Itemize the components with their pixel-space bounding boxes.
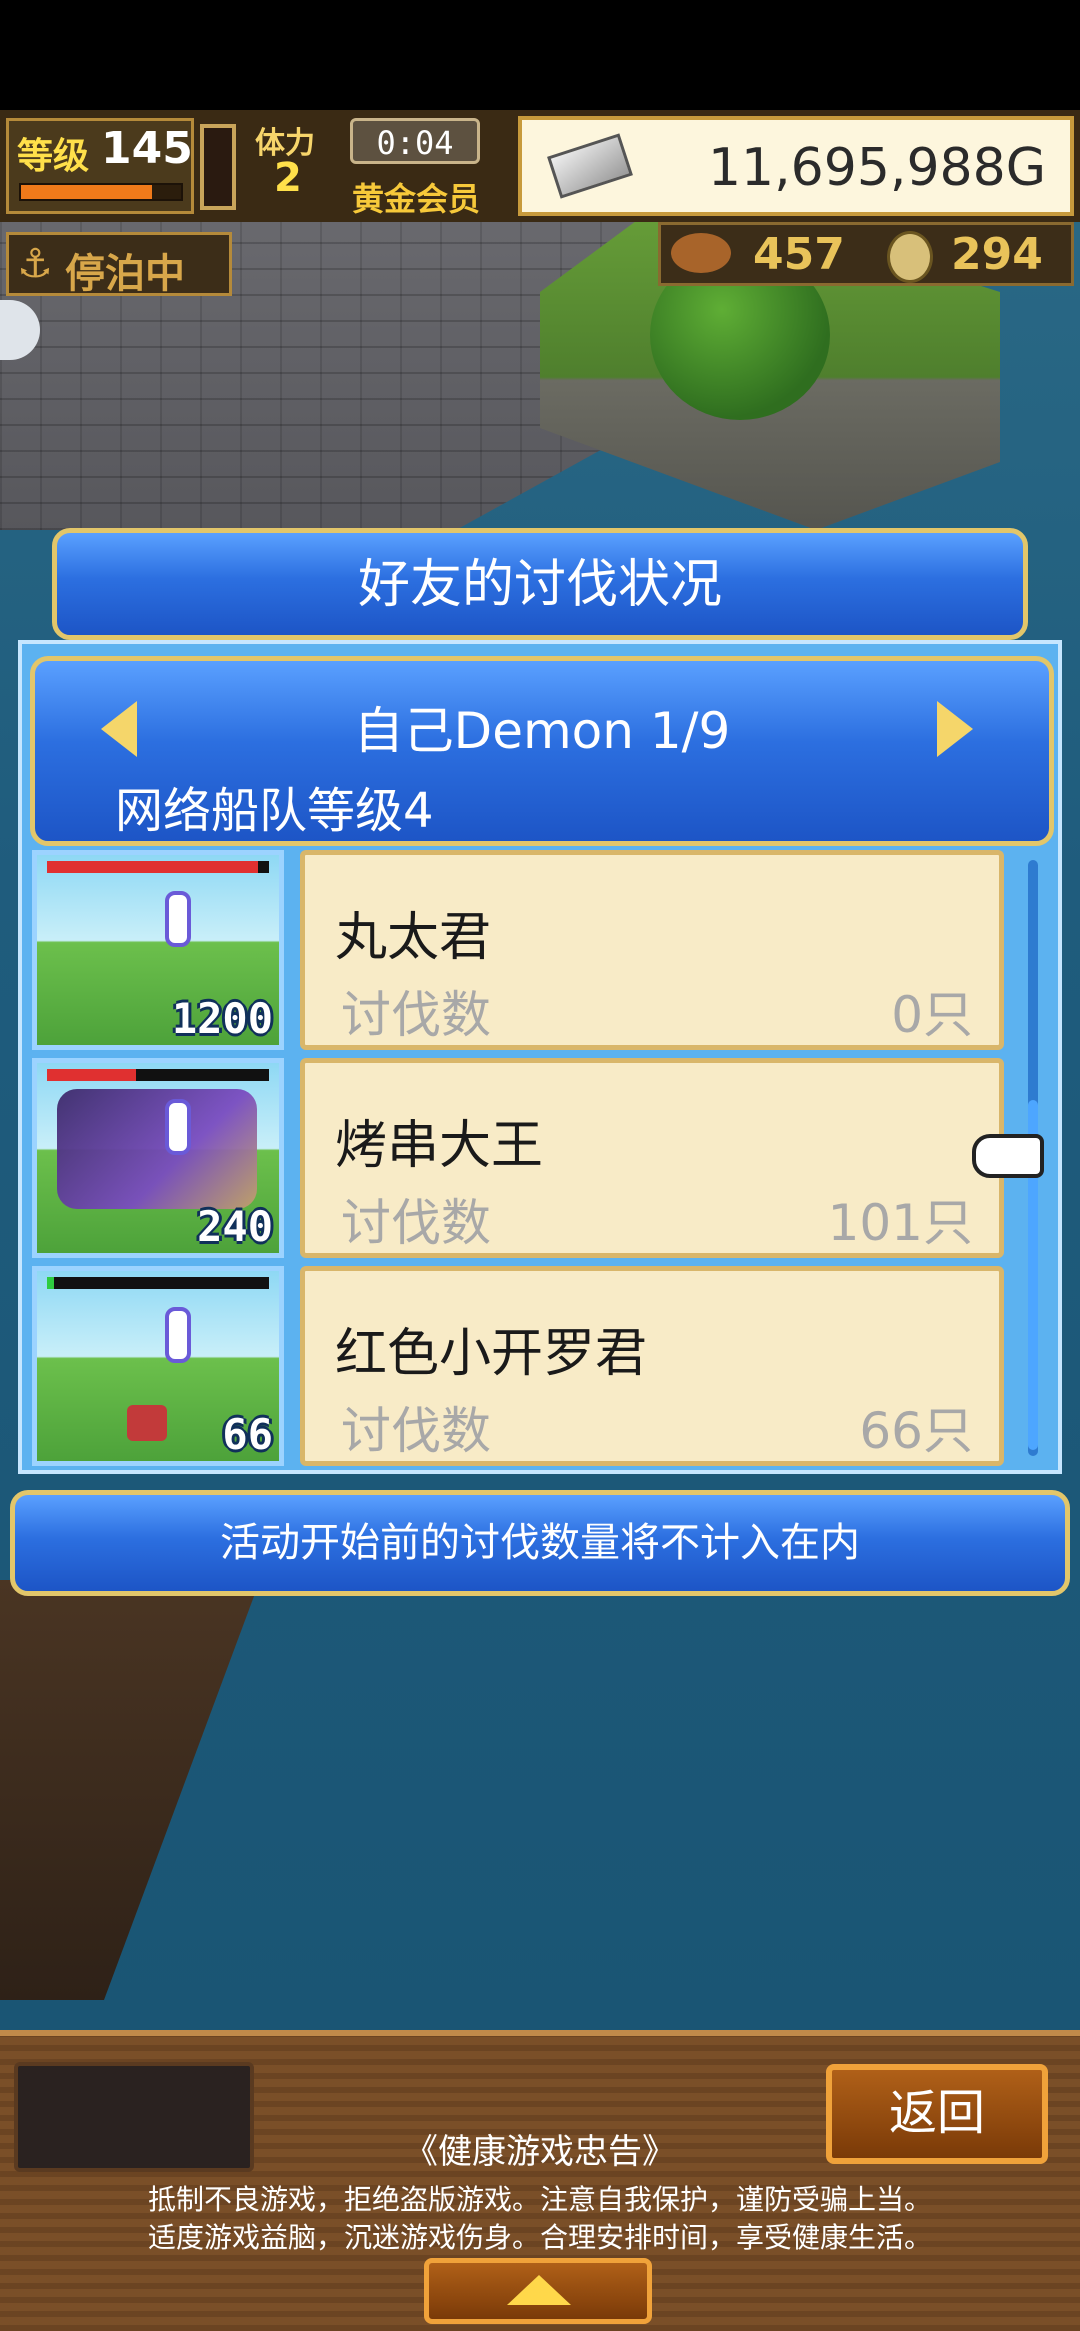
stamina-value: 2 [274,155,302,201]
money-panel[interactable]: 11,695,988G [518,116,1074,216]
silver-bar-icon [547,133,633,199]
level-label: 等级 [17,136,90,177]
hp-fill [47,1277,54,1289]
health-notice-line: 适度游戏益脑，沉迷游戏伤身。合理安排时间，享受健康生活。 [147,2221,932,2254]
meat-value: 457 [753,229,845,280]
friend-name: 丸太君 [335,908,492,968]
resource-panel: 457 294 [658,222,1074,286]
meat-icon [671,233,731,273]
crystal-icon [165,1307,191,1363]
timer: 0:04 [350,118,480,164]
kill-count-label: 讨伐数 [341,986,491,1044]
friend-name: 红色小开罗君 [335,1324,648,1384]
hp-fill [47,861,258,873]
thumbnail-number: 1200 [171,994,273,1043]
list-item[interactable]: 66 红色小开罗君 讨伐数 66只 [32,1266,1014,1466]
demon-header: 自己Demon 1/9 网络船队等级4 [30,656,1054,846]
list-item[interactable]: 240 烤串大王 讨伐数 101只 [32,1058,1014,1258]
right-arrow-icon[interactable] [937,701,973,757]
event-note: 活动开始前的讨伐数量将不计入在内 [220,1520,860,1566]
up-arrow-icon [507,2275,571,2305]
friend-card[interactable]: 红色小开罗君 讨伐数 66只 [300,1266,1004,1466]
thumbnail-number: 240 [197,1202,273,1251]
health-notice-title: 《健康游戏忠告》 [404,2132,676,2172]
exp-bar [19,183,183,201]
exp-fill [21,185,153,199]
hand-pointer-icon [972,1134,1044,1178]
bottom-bar: 返回 《健康游戏忠告》 抵制不良游戏，拒绝盗版游戏。注意自我保护，谨防受骗上当。… [0,2030,1080,2331]
demon-sprite [57,1089,257,1209]
anchor-icon: ⚓ [17,241,53,287]
level-panel[interactable]: 等级 145 [6,118,194,214]
friend-name: 烤串大王 [335,1116,544,1176]
membership-badge[interactable]: 黄金会员 [352,174,480,220]
hp-bar [47,1069,269,1081]
coin-value: 294 [951,229,1043,280]
crystal-icon [165,1099,191,1155]
coin-icon [887,231,933,283]
kill-count-value: 66只 [859,1402,973,1460]
friend-thumbnail: 66 [32,1266,284,1466]
kill-count-label: 讨伐数 [341,1194,491,1252]
expand-menu-button[interactable] [424,2258,652,2324]
friend-card[interactable]: 烤串大王 讨伐数 101只 [300,1058,1004,1258]
list-item[interactable]: 1200 丸太君 讨伐数 0只 [32,850,1014,1050]
stamina-gauge [200,124,236,210]
kill-count-value: 101只 [827,1194,973,1252]
hp-fill [47,1069,136,1081]
note-panel: 活动开始前的讨伐数量将不计入在内 [10,1490,1070,1596]
ship-hull [0,1580,260,2000]
friend-thumbnail: 1200 [32,850,284,1050]
demon-title: 自己Demon 1/9 [353,702,731,760]
status-label: 停泊中 [65,251,185,297]
friend-card[interactable]: 丸太君 讨伐数 0只 [300,850,1004,1050]
hp-bar [47,861,269,873]
kill-count-label: 讨伐数 [341,1402,491,1460]
hp-bar [47,1277,269,1289]
crystal-icon [165,891,191,947]
level-value: 145 [101,123,193,174]
dialog-title-panel: 好友的讨伐状况 [52,528,1028,640]
money-value: 11,695,988G [707,138,1046,198]
status-panel[interactable]: ⚓ 停泊中 [6,232,232,297]
fleet-level: 网络船队等级4 [115,783,434,839]
kill-count-value: 0只 [891,986,973,1044]
friend-thumbnail: 240 [32,1058,284,1258]
critter-sprite [127,1405,167,1441]
thumbnail-number: 66 [222,1410,273,1459]
dialog-title: 好友的讨伐状况 [357,555,722,615]
health-notice-line: 抵制不良游戏，拒绝盗版游戏。注意自我保护，谨防受骗上当。 [147,2183,932,2216]
